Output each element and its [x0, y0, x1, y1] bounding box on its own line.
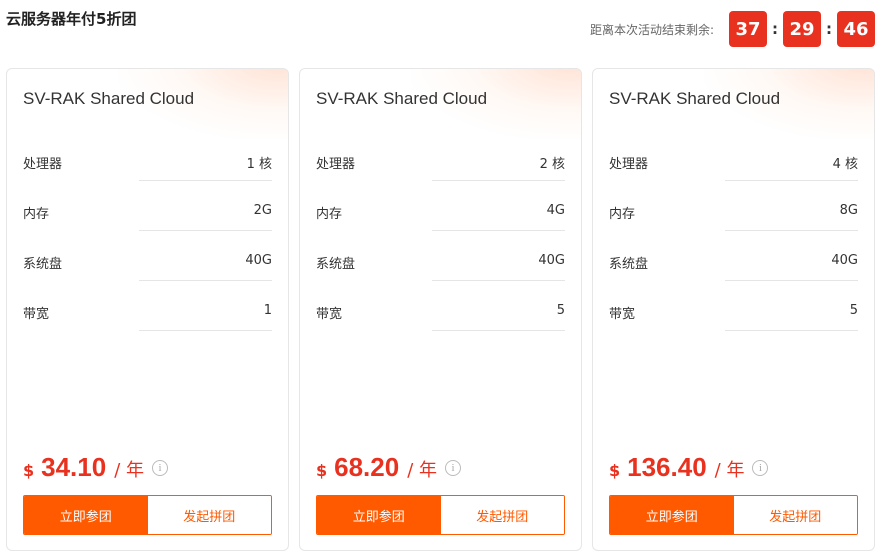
join-group-button[interactable]: 立即参团	[610, 496, 734, 534]
divider	[432, 330, 565, 331]
countdown-separator: :	[772, 20, 778, 38]
spec-list: 处理器 2 核 内存 4G 系统盘 40G 带宽 5	[316, 144, 565, 344]
countdown-separator: :	[826, 20, 832, 38]
action-buttons: 立即参团 发起拼团	[609, 495, 858, 535]
currency-symbol: $	[609, 461, 621, 480]
divider	[432, 230, 565, 231]
divider	[725, 230, 858, 231]
spec-label: 内存	[23, 207, 50, 222]
spec-value: 1 核	[246, 157, 272, 172]
price-unit: / 年	[114, 460, 145, 481]
card-title: SV-RAK Shared Cloud	[316, 89, 488, 108]
price: $ 136.40 / 年 i	[609, 452, 769, 483]
divider	[725, 180, 858, 181]
spec-row-disk: 系统盘 40G	[609, 244, 858, 294]
info-icon[interactable]: i	[752, 459, 769, 476]
spec-row-memory: 内存 2G	[23, 194, 272, 244]
spec-value: 2G	[253, 203, 272, 218]
divider	[432, 280, 565, 281]
spec-row-disk: 系统盘 40G	[23, 244, 272, 294]
countdown-label: 距离本次活动结束剩余:	[589, 22, 714, 37]
price: $ 68.20 / 年 i	[316, 452, 462, 483]
spec-label: 带宽	[316, 307, 343, 322]
spec-label: 系统盘	[316, 257, 356, 272]
divider	[139, 330, 272, 331]
spec-value: 40G	[538, 253, 565, 268]
spec-value: 4G	[546, 203, 565, 218]
spec-label: 内存	[316, 207, 343, 222]
price-amount: 34.10	[41, 452, 107, 482]
start-group-button[interactable]: 发起拼团	[733, 496, 857, 534]
price: $ 34.10 / 年 i	[23, 452, 169, 483]
price-amount: 136.40	[627, 452, 707, 482]
price-unit: / 年	[407, 460, 438, 481]
card-title: SV-RAK Shared Cloud	[23, 89, 195, 108]
product-card-list: SV-RAK Shared Cloud 处理器 1 核 内存 2G 系统盘 40…	[6, 68, 875, 551]
countdown-hours: 37	[729, 11, 767, 47]
spec-value: 2 核	[539, 157, 565, 172]
divider	[725, 280, 858, 281]
divider	[725, 330, 858, 331]
spec-value: 40G	[245, 253, 272, 268]
spec-list: 处理器 1 核 内存 2G 系统盘 40G 带宽 1	[23, 144, 272, 344]
spec-value: 8G	[839, 203, 858, 218]
spec-label: 带宽	[23, 307, 50, 322]
spec-value: 5	[849, 303, 858, 318]
spec-value: 4 核	[832, 157, 858, 172]
product-card: SV-RAK Shared Cloud 处理器 4 核 内存 8G 系统盘 40…	[592, 68, 875, 551]
spec-label: 处理器	[23, 157, 63, 172]
spec-row-bandwidth: 带宽 1	[23, 294, 272, 344]
spec-row-cpu: 处理器 4 核	[609, 144, 858, 194]
spec-row-bandwidth: 带宽 5	[316, 294, 565, 344]
join-group-button[interactable]: 立即参团	[24, 496, 148, 534]
spec-label: 带宽	[609, 307, 636, 322]
spec-row-bandwidth: 带宽 5	[609, 294, 858, 344]
spec-label: 处理器	[609, 157, 649, 172]
start-group-button[interactable]: 发起拼团	[147, 496, 271, 534]
divider	[139, 230, 272, 231]
divider	[139, 180, 272, 181]
spec-row-memory: 内存 4G	[316, 194, 565, 244]
divider	[432, 180, 565, 181]
currency-symbol: $	[316, 461, 328, 480]
spec-label: 处理器	[316, 157, 356, 172]
spec-label: 系统盘	[609, 257, 649, 272]
spec-row-disk: 系统盘 40G	[316, 244, 565, 294]
spec-label: 系统盘	[23, 257, 63, 272]
page-title: 云服务器年付5折团	[6, 10, 137, 28]
action-buttons: 立即参团 发起拼团	[316, 495, 565, 535]
join-group-button[interactable]: 立即参团	[317, 496, 441, 534]
start-group-button[interactable]: 发起拼团	[440, 496, 564, 534]
spec-value: 5	[556, 303, 565, 318]
currency-symbol: $	[23, 461, 35, 480]
spec-label: 内存	[609, 207, 636, 222]
price-unit: / 年	[714, 460, 745, 481]
spec-list: 处理器 4 核 内存 8G 系统盘 40G 带宽 5	[609, 144, 858, 344]
card-title: SV-RAK Shared Cloud	[609, 89, 781, 108]
info-icon[interactable]: i	[445, 459, 462, 476]
countdown-minutes: 29	[783, 11, 821, 47]
spec-row-memory: 内存 8G	[609, 194, 858, 244]
product-card: SV-RAK Shared Cloud 处理器 1 核 内存 2G 系统盘 40…	[6, 68, 289, 551]
spec-value: 40G	[831, 253, 858, 268]
action-buttons: 立即参团 发起拼团	[23, 495, 272, 535]
spec-value: 1	[263, 303, 272, 318]
info-icon[interactable]: i	[152, 459, 169, 476]
spec-row-cpu: 处理器 2 核	[316, 144, 565, 194]
product-card: SV-RAK Shared Cloud 处理器 2 核 内存 4G 系统盘 40…	[299, 68, 582, 551]
countdown: 距离本次活动结束剩余: 37 : 29 : 46	[590, 11, 875, 47]
countdown-seconds: 46	[837, 11, 875, 47]
spec-row-cpu: 处理器 1 核	[23, 144, 272, 194]
divider	[139, 280, 272, 281]
promo-header: 云服务器年付5折团 距离本次活动结束剩余: 37 : 29 : 46	[0, 0, 879, 60]
price-amount: 68.20	[334, 452, 400, 482]
